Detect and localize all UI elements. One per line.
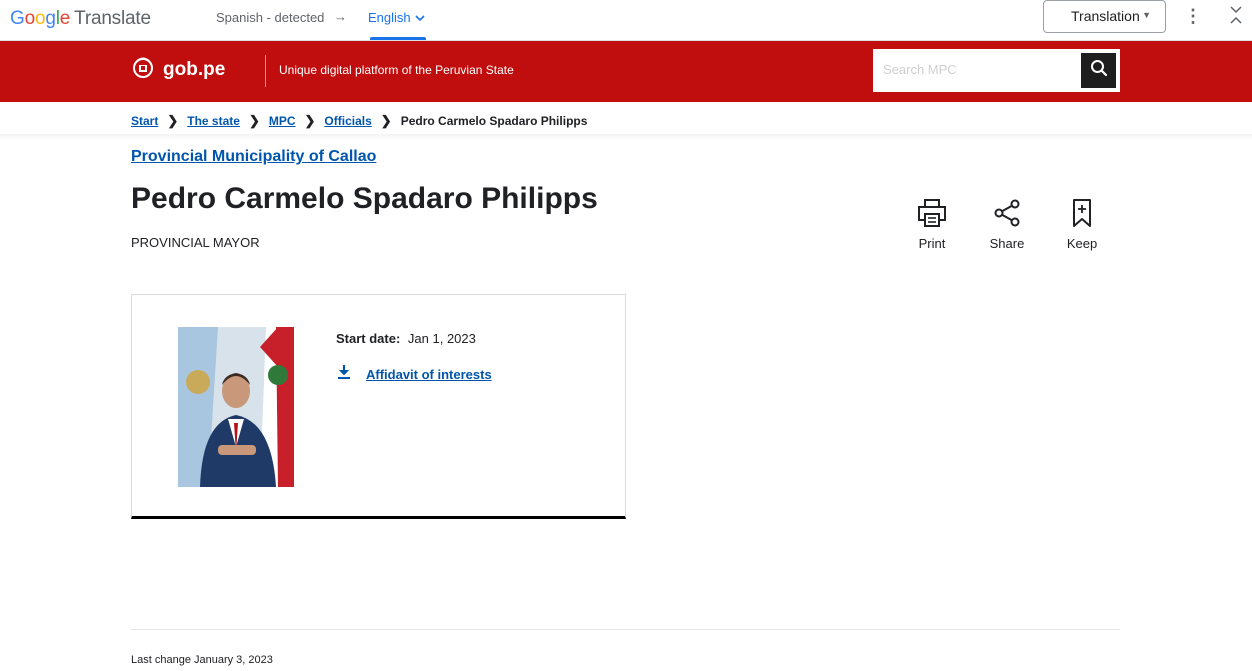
breadcrumb-link-mpc[interactable]: MPC [269, 114, 296, 128]
breadcrumb-link-start[interactable]: Start [131, 114, 158, 128]
official-card: Start date: Jan 1, 2023 Affidavit of int… [131, 294, 626, 519]
search-box [873, 49, 1120, 92]
logo-letter: G [10, 8, 25, 29]
chevron-right-icon: ❯ [380, 113, 392, 128]
share-button[interactable]: Share [977, 198, 1037, 251]
translate-bar: Google Translate Spanish - detected → Eng… [0, 0, 1252, 41]
last-change: Last change January 3, 2023 [131, 654, 273, 666]
bookmark-icon [1052, 198, 1112, 228]
chevron-right-icon: ❯ [248, 113, 260, 128]
gob-logo[interactable]: gob.pe [131, 55, 225, 84]
shield-icon [131, 55, 155, 84]
search-icon [1090, 59, 1108, 82]
share-icon [977, 198, 1037, 228]
more-vert-icon[interactable]: ⋮ [1184, 6, 1202, 27]
target-language-tab[interactable]: English [368, 10, 425, 25]
page-title: Pedro Carmelo Spadaro Philipps [131, 182, 598, 215]
caret-down-icon: ▼ [1142, 10, 1151, 20]
affidavit-row: Affidavit of interests [338, 365, 492, 384]
person-role: PROVINCIAL MAYOR [131, 235, 260, 250]
download-icon[interactable] [338, 365, 350, 384]
print-label: Print [918, 236, 946, 251]
chevron-right-icon: ❯ [304, 113, 316, 128]
logo-letter: g [45, 8, 56, 29]
translation-mode-label: Translation [1071, 8, 1140, 24]
site-tagline: Unique digital platform of the Peruvian … [279, 63, 514, 77]
active-tab-indicator [370, 37, 426, 40]
official-photo [178, 327, 294, 487]
search-button[interactable] [1081, 53, 1116, 88]
start-date-value: Jan 1, 2023 [407, 331, 476, 346]
logo-letter: o [34, 8, 46, 29]
print-button[interactable]: Print [902, 198, 962, 251]
collapse-icon[interactable] [1228, 2, 1244, 30]
start-date: Start date: Jan 1, 2023 [336, 331, 476, 346]
logo-text: gob.pe [163, 58, 226, 80]
logo-letter: e [59, 8, 71, 29]
breadcrumb-link-officials[interactable]: Officials [324, 114, 371, 128]
google-translate-logo[interactable]: Google Translate [10, 8, 151, 30]
organization-link[interactable]: Provincial Municipality of Callao [131, 148, 376, 166]
source-language-tab[interactable]: Spanish - detected [216, 10, 324, 25]
breadcrumb-shadow [0, 134, 1252, 140]
target-language-label: English [368, 10, 411, 25]
print-icon [902, 198, 962, 228]
arrow-right-icon: → [334, 9, 347, 24]
breadcrumb: Start ❯ The state ❯ MPC ❯ Officials ❯ Pe… [131, 113, 587, 129]
logo-letter: o [24, 8, 36, 29]
keep-label: Keep [1066, 236, 1098, 251]
site-header: gob.pe Unique digital platform of the Pe… [0, 41, 1252, 102]
start-date-label: Start date: [336, 331, 401, 346]
search-input[interactable] [883, 62, 1073, 77]
divider [265, 55, 266, 87]
logo-suffix: Translate [74, 8, 151, 29]
chevron-right-icon: ❯ [167, 113, 179, 128]
breadcrumb-current: Pedro Carmelo Spadaro Philipps [400, 114, 588, 128]
share-label: Share [989, 236, 1025, 251]
chevron-down-icon [415, 14, 425, 25]
breadcrumb-link-state[interactable]: The state [187, 114, 240, 128]
keep-button[interactable]: Keep [1052, 198, 1112, 251]
footer-divider [131, 629, 1120, 630]
affidavit-link[interactable]: Affidavit of interests [366, 367, 492, 382]
translation-mode-select[interactable]: Translation ▼ [1043, 0, 1166, 33]
